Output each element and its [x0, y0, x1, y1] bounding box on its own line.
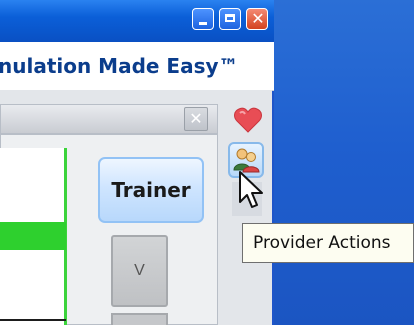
mouse-cursor-icon	[236, 170, 266, 216]
next-button-partial[interactable]	[111, 313, 168, 325]
minimize-button[interactable]	[192, 8, 214, 30]
chart-baseline	[0, 319, 66, 321]
v-button[interactable]: V	[111, 235, 168, 307]
trainer-button[interactable]: Trainer	[98, 157, 204, 223]
app-tagline: nulation Made Easy™	[0, 54, 239, 78]
desktop-background	[274, 0, 414, 325]
heart-icon[interactable]	[233, 106, 263, 134]
panel-close-button[interactable]: ✕	[184, 107, 208, 131]
maximize-icon	[225, 14, 235, 22]
provider-actions-tooltip: Provider Actions	[242, 223, 414, 263]
close-icon: ✕	[251, 9, 265, 28]
green-status-bar	[0, 222, 66, 250]
maximize-button[interactable]	[219, 8, 241, 30]
close-icon: ✕	[189, 109, 203, 128]
minimize-icon	[199, 22, 207, 25]
close-window-button[interactable]: ✕	[246, 8, 268, 30]
